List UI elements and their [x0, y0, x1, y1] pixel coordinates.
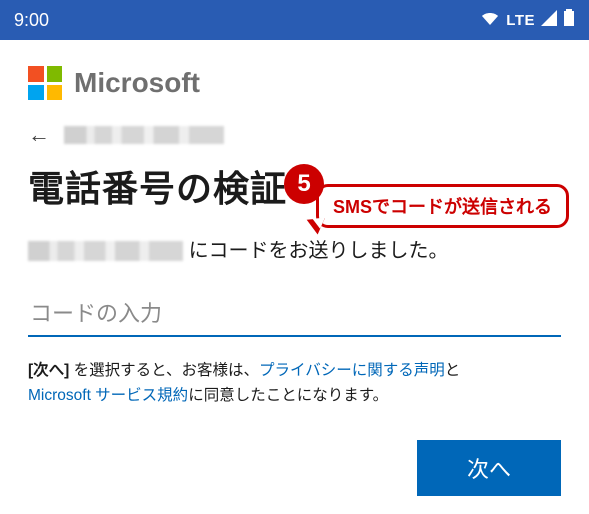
status-clock: 9:00: [14, 10, 49, 31]
step-number-badge: 5: [284, 164, 324, 204]
back-arrow-icon[interactable]: ←: [28, 124, 50, 146]
next-button[interactable]: 次へ: [417, 440, 561, 496]
redacted-account-identifier: [64, 126, 224, 144]
consent-next-label: [次へ]: [28, 362, 69, 379]
terms-of-service-link[interactable]: Microsoft サービス規約: [28, 387, 188, 404]
tutorial-annotation: 5 SMSでコードが送信される: [284, 164, 324, 204]
microsoft-logo-icon: [28, 66, 62, 100]
wifi-icon: [480, 10, 500, 31]
android-status-bar: 9:00 LTE: [0, 0, 589, 40]
verification-code-input[interactable]: [28, 297, 561, 337]
microsoft-wordmark: Microsoft: [74, 67, 200, 99]
battery-icon: [563, 9, 575, 32]
network-type-label: LTE: [506, 12, 535, 29]
code-sent-suffix: にコードをお送りしました。: [189, 240, 449, 262]
annotation-bubble: SMSでコードが送信される: [316, 184, 569, 228]
microsoft-brand: Microsoft: [28, 66, 561, 100]
signal-icon: [541, 10, 557, 31]
code-sent-message: にコードをお送りしました。: [28, 234, 561, 263]
redacted-phone-number: [28, 241, 183, 261]
consent-text: [次へ] を選択すると、お客様は、プライバシーに関する声明とMicrosoft …: [28, 359, 561, 409]
privacy-statement-link[interactable]: プライバシーに関する声明: [259, 362, 445, 379]
status-icons: LTE: [480, 9, 575, 32]
